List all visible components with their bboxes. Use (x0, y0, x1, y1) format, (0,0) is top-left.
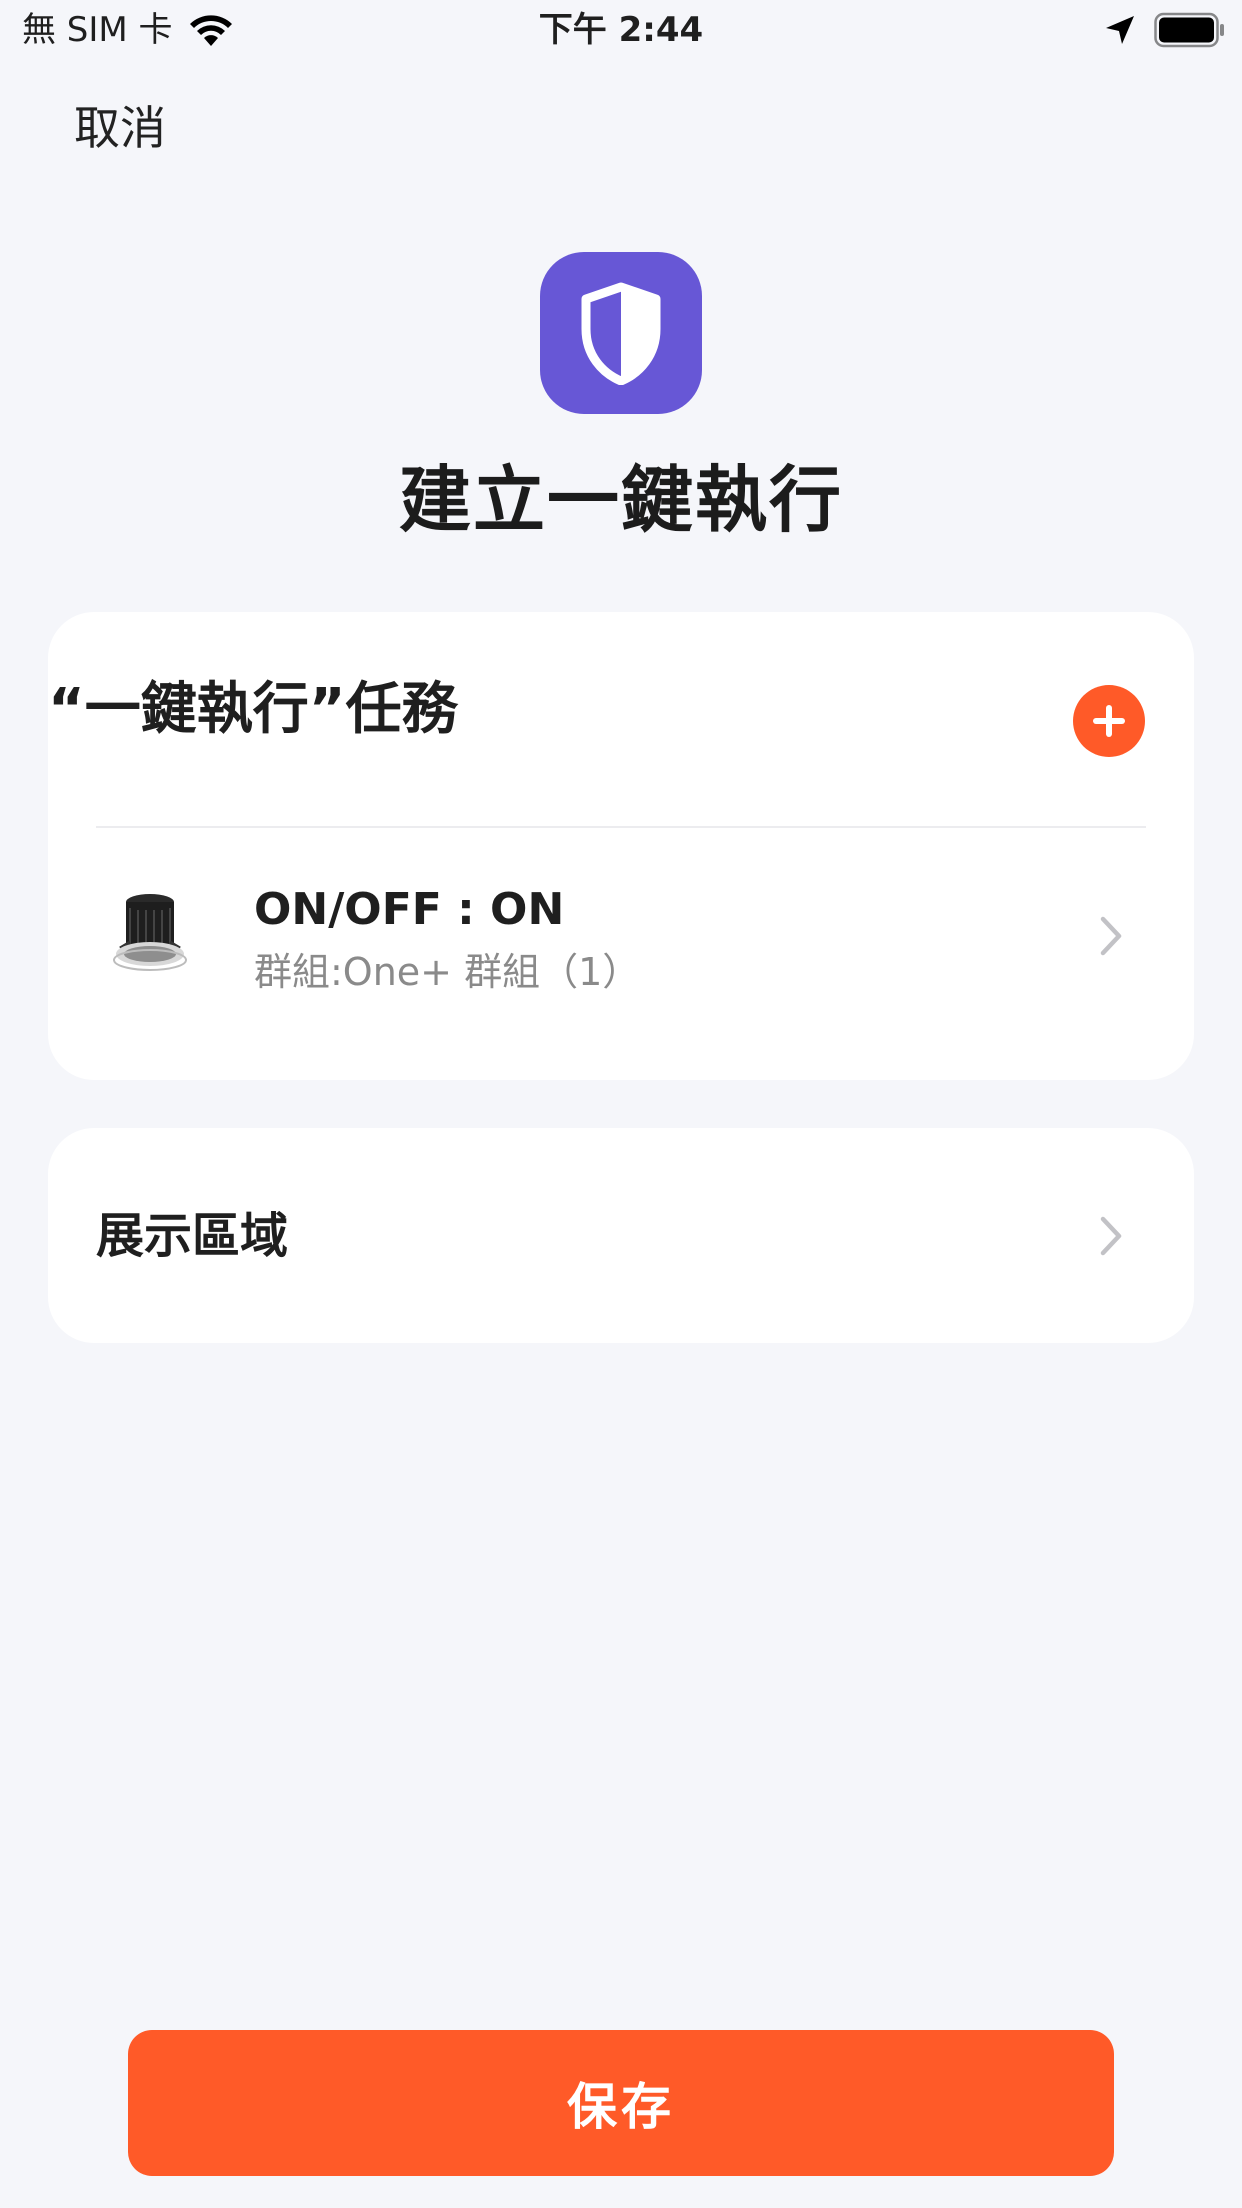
add-task-button[interactable] (1073, 685, 1145, 757)
page-title: 建立一鍵執行 (398, 458, 843, 542)
status-bar: 無 SIM 卡 下午 2:44 (0, 0, 1242, 62)
task-title: ON/OFF : ON (254, 884, 565, 935)
save-button[interactable]: 保存 (128, 2030, 1114, 2176)
battery-icon (1154, 12, 1226, 48)
cancel-button[interactable]: 取消 (74, 98, 166, 158)
display-area-label: 展示區域 (96, 1208, 289, 1264)
chevron-right-icon (1098, 914, 1124, 958)
downlight-device-image (110, 886, 190, 982)
scene-app-icon (540, 252, 702, 414)
task-subtitle: 群組:One+ 群組（1） (254, 950, 641, 994)
section-divider (96, 826, 1146, 828)
tasks-section-title: “一鍵執行”任務 (48, 677, 458, 742)
plus-icon (1093, 705, 1125, 737)
location-icon (1104, 14, 1136, 46)
status-right (1104, 12, 1226, 48)
shield-icon (581, 282, 661, 385)
status-time: 下午 2:44 (538, 10, 704, 50)
chevron-right-icon (1098, 1214, 1124, 1258)
task-list-item[interactable]: ON/OFF : ON 群組:One+ 群組（1） (96, 842, 1146, 1032)
